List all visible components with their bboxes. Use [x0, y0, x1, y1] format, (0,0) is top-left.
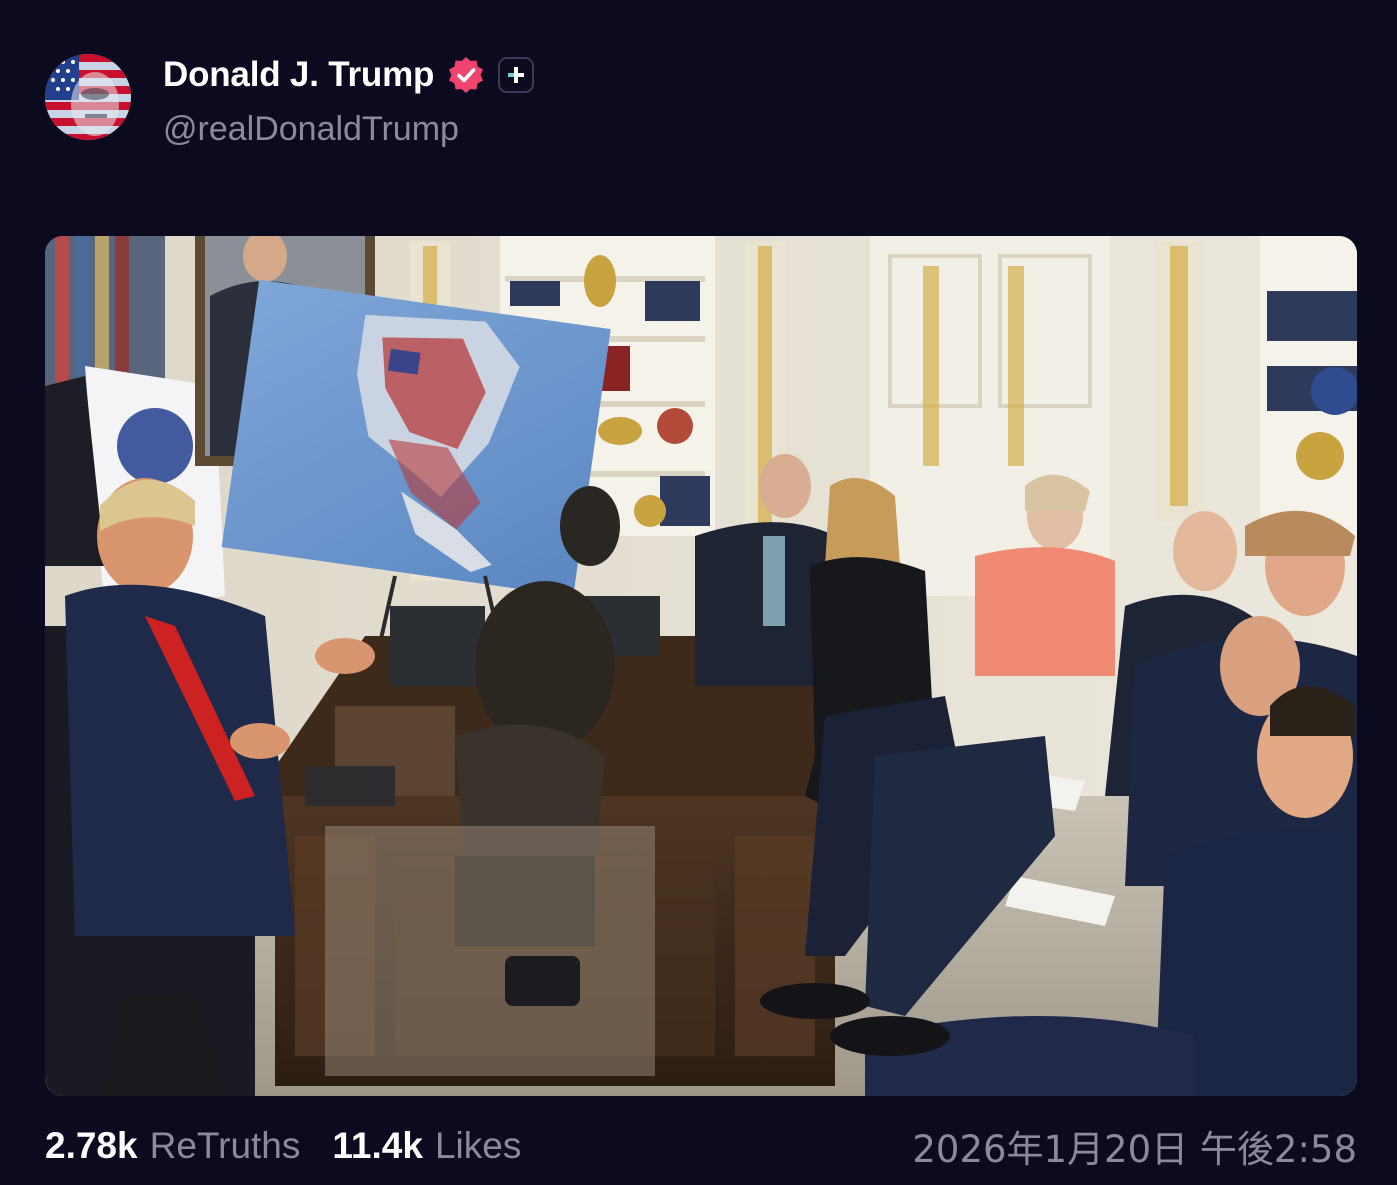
retruths-stat[interactable]: 2.78k ReTruths [45, 1125, 300, 1167]
post-stats: 2.78k ReTruths 11.4k Likes [45, 1122, 521, 1170]
likes-label: Likes [434, 1125, 522, 1166]
retruths-label: ReTruths [149, 1125, 301, 1166]
author-handle[interactable]: @realDonaldTrump [163, 110, 459, 149]
plus-icon[interactable] [498, 57, 535, 93]
verified-badge-icon [446, 55, 486, 95]
truth-post: Donald J. Trump @realDonaldTrump 2.78k R… [0, 0, 1397, 1185]
author-display-name[interactable]: Donald J. Trump [163, 55, 434, 95]
likes-count: 11.4k [332, 1125, 423, 1166]
oval-office-photo [45, 236, 1357, 1096]
author-avatar[interactable] [45, 54, 131, 140]
avatar-flag-portrait [45, 54, 131, 140]
post-image[interactable] [45, 236, 1357, 1096]
author-name-row: Donald J. Trump [163, 52, 535, 98]
retruths-count: 2.78k [45, 1125, 138, 1166]
likes-stat[interactable]: 11.4k Likes [332, 1125, 521, 1167]
post-timestamp: 2026年1月20日 午後2:58 [912, 1128, 1357, 1171]
